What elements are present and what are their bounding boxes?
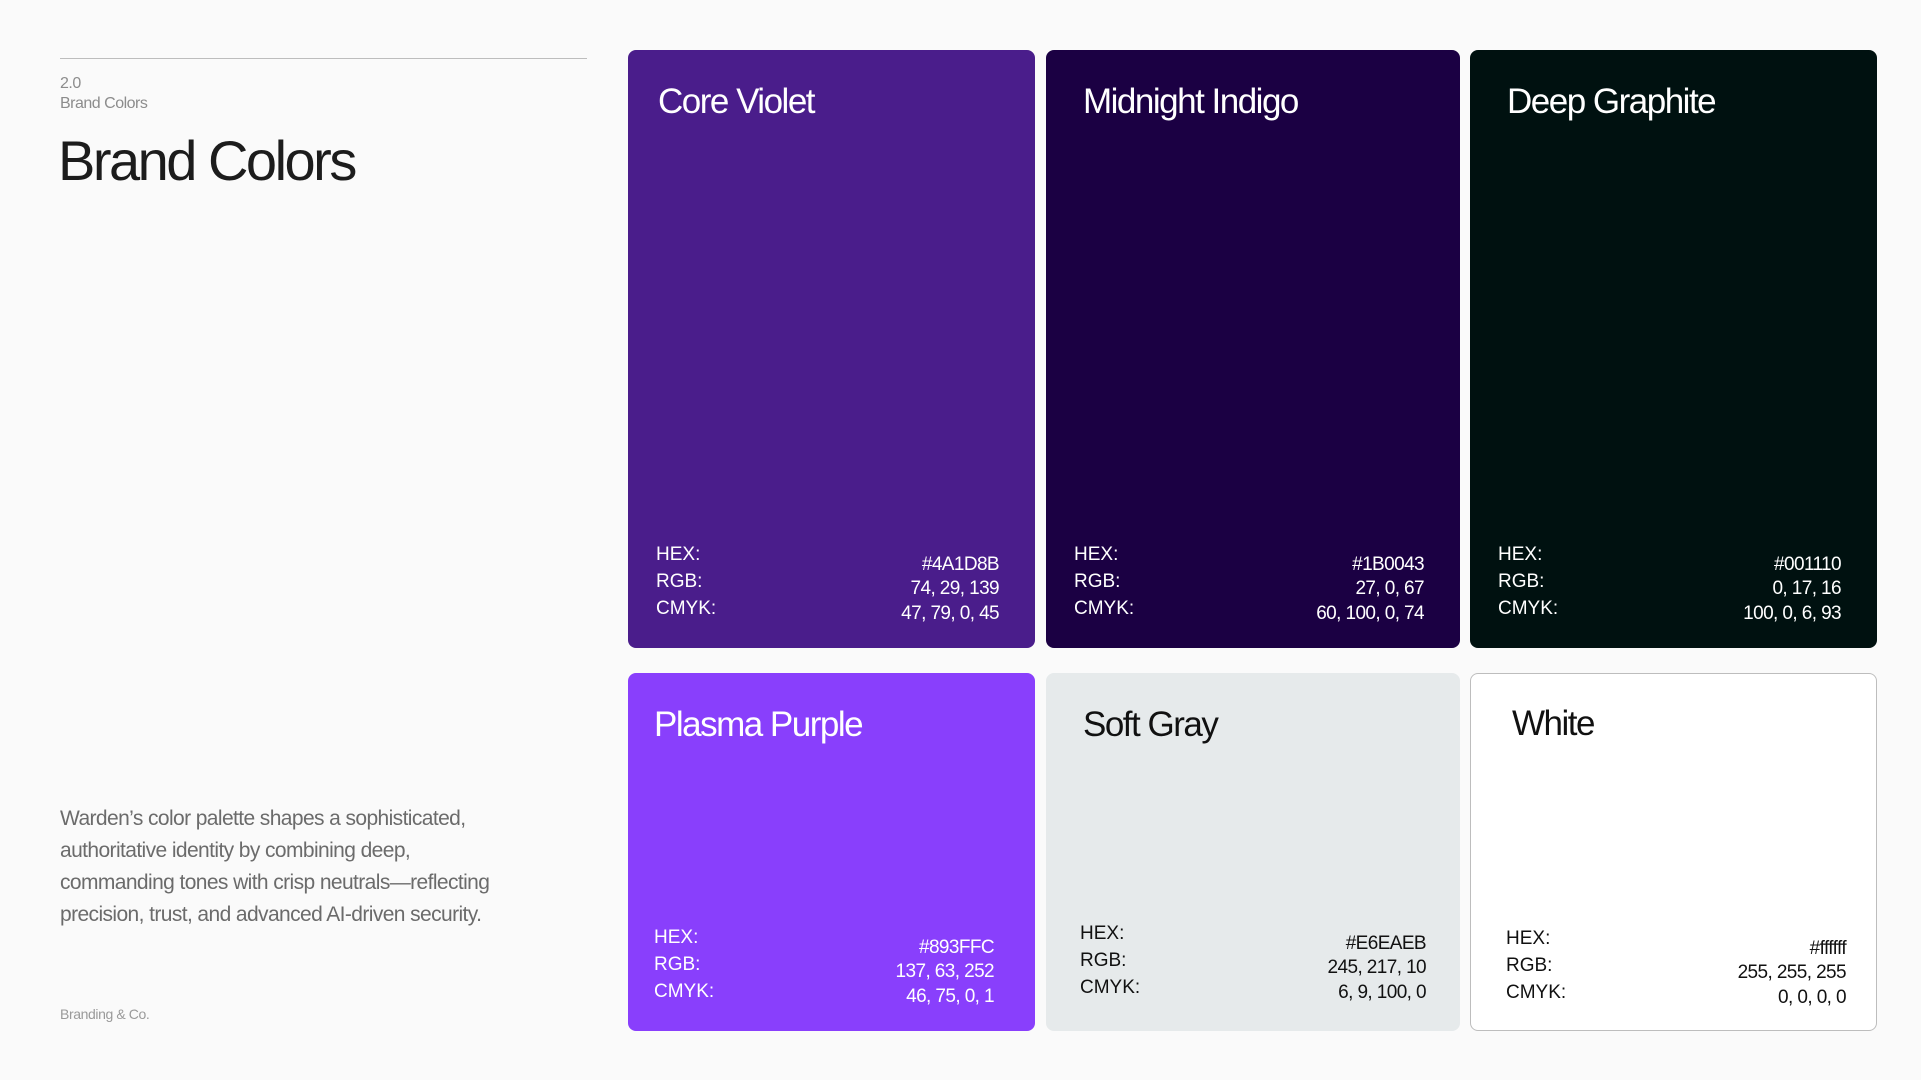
color-card-midnight-indigo: Midnight Indigo HEX: RGB: CMYK: #1B0043 … [1046,50,1460,648]
rgb-label: RGB: [1506,955,1553,976]
hex-label: HEX: [1506,928,1551,949]
cmyk-label: CMYK: [1506,982,1567,1003]
cmyk-value: 46, 75, 0, 1 [906,985,994,1007]
color-name: Soft Gray [1083,705,1219,744]
section-number: 2.0 [60,75,81,92]
color-name: Midnight Indigo [1083,82,1299,121]
color-card-deep-graphite: Deep Graphite HEX: RGB: CMYK: #001110 0,… [1470,50,1877,648]
rgb-value: 245, 217, 10 [1327,957,1427,978]
cmyk-value: 60, 100, 0, 74 [1316,602,1424,624]
hex-label: HEX: [1498,544,1543,565]
hex-value: #893FFC [918,936,995,958]
rgb-value: 137, 63, 252 [895,961,995,982]
hex-value: #1B0043 [1352,553,1424,575]
rgb-label: RGB: [656,571,703,592]
color-name: Core Violet [658,82,816,121]
cmyk-value: 6, 9, 100, 0 [1338,981,1426,1003]
color-card-soft-gray: Soft Gray HEX: RGB: CMYK: #E6EAEB 245, 2… [1046,673,1460,1031]
hex-value: #4A1D8B [921,553,1000,575]
color-name: Plasma Purple [654,705,864,744]
cmyk-label: CMYK: [1074,598,1135,619]
hex-value: #001110 [1774,553,1842,575]
hex-value: #E6EAEB [1345,932,1427,954]
cmyk-value: 100, 0, 6, 93 [1743,602,1841,624]
cmyk-value: 47, 79, 0, 45 [901,602,999,624]
rgb-value: 74, 29, 139 [910,578,1000,599]
intro-panel: 2.0 Brand Colors Brand Colors Warden’s c… [58,0,587,1080]
hex-label: HEX: [1074,544,1119,565]
hex-value: #ffffff [1809,937,1847,959]
hex-label: HEX: [656,544,701,565]
rgb-value: 0, 17, 16 [1772,578,1841,599]
color-card-plasma-purple: Plasma Purple HEX: RGB: CMYK: #893FFC 13… [628,673,1035,1031]
rgb-label: RGB: [654,954,701,975]
section-name: Brand Colors [60,95,148,112]
color-name: Deep Graphite [1507,82,1717,121]
hex-label: HEX: [654,927,699,948]
cmyk-label: CMYK: [1080,977,1141,998]
description: Warden’s color palette shapes a sophisti… [60,807,490,926]
page-title: Brand Colors [58,129,357,192]
rgb-label: RGB: [1080,950,1127,971]
rgb-value: 255, 255, 255 [1737,962,1847,983]
rgb-label: RGB: [1498,571,1545,592]
divider-line [60,58,587,59]
footer-brand: Branding & Co. [60,1006,150,1022]
cmyk-value: 0, 0, 0, 0 [1778,986,1847,1008]
cmyk-label: CMYK: [1498,598,1559,619]
rgb-value: 27, 0, 67 [1355,578,1424,599]
color-name: White [1512,704,1595,743]
rgb-label: RGB: [1074,571,1121,592]
color-card-core-violet: Core Violet HEX: RGB: CMYK: #4A1D8B 74, … [628,50,1035,648]
cmyk-label: CMYK: [656,598,717,619]
cmyk-label: CMYK: [654,981,715,1002]
hex-label: HEX: [1080,923,1125,944]
color-card-white: White HEX: RGB: CMYK: #ffffff 255, 255, … [1470,673,1877,1031]
